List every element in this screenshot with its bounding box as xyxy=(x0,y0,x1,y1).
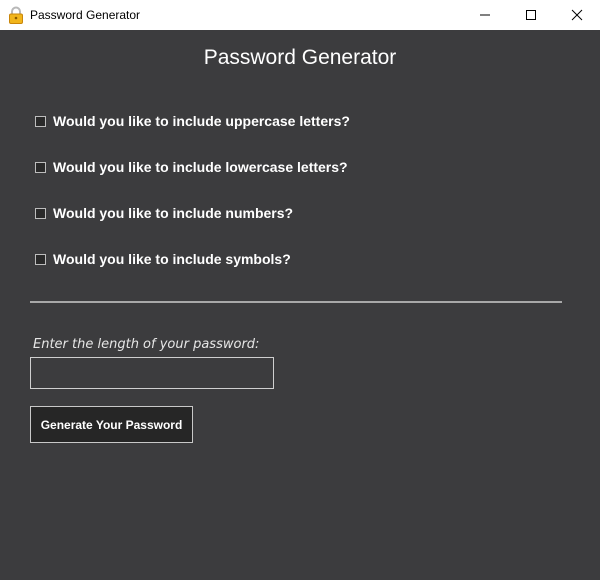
divider xyxy=(30,301,562,303)
symbols-checkbox[interactable] xyxy=(35,253,46,265)
maximize-icon xyxy=(525,9,537,21)
numbers-checkbox[interactable] xyxy=(35,207,46,219)
lowercase-checkbox[interactable] xyxy=(35,161,46,173)
option-numbers[interactable]: Would you like to include numbers? xyxy=(35,205,293,221)
option-symbols[interactable]: Would you like to include symbols? xyxy=(35,251,291,267)
length-input[interactable] xyxy=(30,357,274,389)
maximize-button[interactable] xyxy=(508,0,554,30)
title-bar: Password Generator xyxy=(0,0,600,30)
lowercase-label[interactable]: Would you like to include lowercase lett… xyxy=(53,159,348,175)
padlock-icon xyxy=(8,6,24,24)
uppercase-label[interactable]: Would you like to include uppercase lett… xyxy=(53,113,350,129)
close-button[interactable] xyxy=(554,0,600,30)
minimize-button[interactable] xyxy=(462,0,508,30)
page-title: Password Generator xyxy=(203,46,397,69)
option-uppercase[interactable]: Would you like to include uppercase lett… xyxy=(35,113,350,129)
generate-button[interactable]: Generate Your Password xyxy=(30,406,193,443)
length-label: Enter the length of your password: xyxy=(33,337,260,352)
close-icon xyxy=(571,9,583,21)
numbers-label[interactable]: Would you like to include numbers? xyxy=(53,205,293,221)
symbols-label[interactable]: Would you like to include symbols? xyxy=(53,251,291,267)
window-title: Password Generator xyxy=(30,8,141,22)
minimize-icon xyxy=(479,9,491,21)
option-lowercase[interactable]: Would you like to include lowercase lett… xyxy=(35,159,348,175)
uppercase-checkbox[interactable] xyxy=(35,115,46,127)
